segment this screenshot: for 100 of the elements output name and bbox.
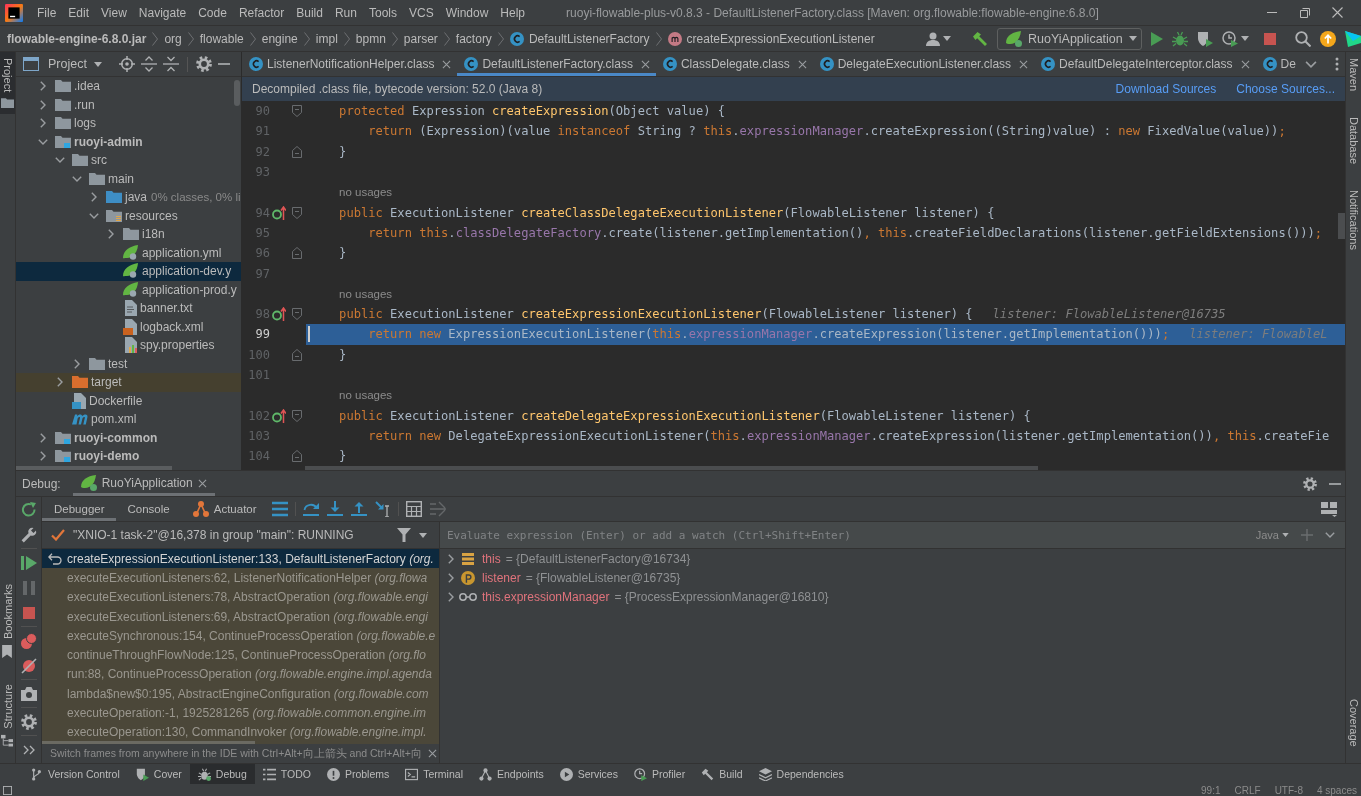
stack-frame[interactable]: executeExecutionListeners:78, AbstractOperation (org.flowable.engi	[42, 587, 439, 607]
breadcrumb-item[interactable]: flowable-engine-6.8.0.jar	[7, 31, 147, 46]
menu-item[interactable]: Tools	[362, 3, 403, 22]
tree-item[interactable]: banner.txt	[16, 299, 241, 318]
tool-window-tab[interactable]: Services	[551, 764, 626, 784]
breadcrumb-item[interactable]: createExpressionExecutionListener	[667, 31, 875, 46]
tool-window-tab[interactable]: Project	[0, 52, 15, 115]
fold-marker-icon[interactable]	[292, 206, 302, 219]
status-item[interactable]: UTF-8	[1274, 784, 1303, 796]
app-logo-icon[interactable]	[5, 3, 23, 22]
double-chevron-icon[interactable]	[22, 744, 35, 755]
tree-item[interactable]: test	[16, 354, 241, 373]
tree-item[interactable]: logback.xml	[16, 317, 241, 336]
tree-item[interactable]: application-dev.y	[16, 262, 241, 281]
step-into-icon[interactable]	[326, 501, 343, 517]
tool-window-tab[interactable]: Maven	[1346, 52, 1361, 98]
fold-marker-icon[interactable]	[292, 348, 302, 361]
circle-arrow-icon[interactable]	[272, 408, 286, 423]
tree-item[interactable]: .idea	[16, 77, 241, 96]
close-icon[interactable]	[640, 59, 650, 69]
tool-window-tab[interactable]: Database	[1346, 111, 1361, 171]
tree-item[interactable]: application-prod.y	[16, 280, 241, 299]
resume-icon[interactable]	[20, 554, 37, 571]
fold-marker-icon[interactable]	[292, 247, 302, 260]
tree-item[interactable]: resources	[16, 206, 241, 225]
tool-window-tab[interactable]: Notifications	[1346, 184, 1361, 257]
breadcrumb-item[interactable]: DefaultListenerFactory	[509, 31, 650, 46]
stop-icon[interactable]	[1264, 32, 1276, 45]
hammer-icon[interactable]	[972, 30, 988, 47]
caret-icon[interactable]	[1241, 36, 1249, 41]
minimize-icon[interactable]	[1329, 482, 1341, 485]
stack-frame[interactable]: createExpressionExecutionListener:133, DefaultListenerFactory (org.	[42, 549, 439, 569]
close-icon[interactable]	[427, 749, 437, 758]
stack-frame[interactable]: lambda$new$0:195, AbstractEngineConfiguration (org.flowable.com	[42, 684, 439, 704]
chevron-right-icon[interactable]	[40, 81, 46, 92]
close-icon[interactable]	[442, 59, 452, 69]
panel-tab[interactable]: Debugger	[42, 497, 116, 521]
chevron-right-icon[interactable]	[448, 572, 454, 583]
tree-item[interactable]: java 0% classes, 0% li	[16, 188, 241, 207]
panel-tab[interactable]: Console	[115, 497, 181, 521]
clock-play-icon[interactable]	[1222, 30, 1238, 47]
shield-play-icon[interactable]	[1197, 30, 1213, 47]
fold-marker-icon[interactable]	[292, 105, 302, 118]
menu-item[interactable]: File	[31, 3, 63, 22]
tool-window-tab[interactable]: Dependencies	[750, 764, 852, 784]
chevron-down-icon[interactable]	[1325, 532, 1335, 538]
list-icon[interactable]	[271, 501, 288, 517]
close-icon[interactable]	[797, 59, 807, 69]
fold-marker-icon[interactable]	[292, 145, 302, 158]
mute-breakpoints-icon[interactable]	[20, 657, 37, 674]
tool-window-tab[interactable]: Debug	[189, 764, 255, 784]
editor-tab[interactable]: ClassDelegate.class	[655, 52, 813, 76]
fold-marker-icon[interactable]	[292, 450, 302, 463]
menu-item[interactable]: Edit	[62, 3, 96, 22]
breadcrumb-item[interactable]: engine	[261, 31, 298, 46]
status-item[interactable]: CRLF	[1234, 784, 1261, 796]
tree-item[interactable]: Dockerfile	[16, 391, 241, 410]
chevron-right-icon[interactable]	[448, 591, 454, 602]
circle-arrow-icon[interactable]	[272, 307, 286, 322]
tool-window-tab[interactable]: Cover	[127, 764, 190, 784]
tool-window-tab[interactable]: Endpoints	[470, 764, 552, 784]
bug-icon[interactable]	[1172, 30, 1188, 47]
menu-item[interactable]: Window	[439, 3, 495, 22]
settings-icon[interactable]	[195, 56, 212, 72]
tree-item[interactable]: pom.xml	[16, 410, 241, 429]
fold-marker-icon[interactable]	[292, 308, 302, 321]
stack-frame[interactable]: executeExecutionListeners:69, AbstractOperation (org.flowable.engi	[42, 606, 439, 627]
up-arrow-circle-icon[interactable]	[1320, 30, 1336, 47]
tree-item[interactable]: .run	[16, 95, 241, 114]
circle-arrow-icon[interactable]	[272, 205, 286, 220]
menu-item[interactable]: View	[95, 3, 133, 22]
person-icon[interactable]	[926, 31, 940, 46]
stack-frame[interactable]: executeExecutionListeners:62, ListenerNotificationHelper (org.flowa	[42, 568, 439, 588]
close-icon[interactable]	[1240, 59, 1250, 69]
chevron-down-icon[interactable]	[55, 157, 65, 164]
chevron-right-icon[interactable]	[40, 118, 46, 129]
tree-item[interactable]: i18n	[16, 225, 241, 244]
camera-icon[interactable]	[20, 686, 37, 701]
menu-item[interactable]: Help	[494, 3, 532, 22]
tool-window-tab[interactable]: Build	[693, 764, 751, 784]
chevron-right-icon[interactable]	[108, 229, 114, 240]
square-icon[interactable]	[3, 785, 12, 795]
chevron-right-icon[interactable]	[40, 99, 46, 110]
menu-item[interactable]: Refactor	[232, 3, 291, 22]
chevron-right-icon[interactable]	[57, 377, 63, 388]
chevron-right-icon[interactable]	[91, 192, 97, 203]
play-icon[interactable]	[1151, 31, 1163, 46]
breadcrumb-item[interactable]: impl	[315, 31, 338, 46]
tree-item[interactable]: target	[16, 373, 241, 392]
tree-item[interactable]: logs	[16, 114, 241, 133]
chevron-down-icon[interactable]	[89, 212, 99, 219]
chevron-down-icon[interactable]	[38, 138, 48, 145]
session-tab[interactable]: RuoYiApplication	[72, 471, 215, 496]
tree-item[interactable]: ruoyi-demo	[16, 447, 241, 466]
stack-frame[interactable]: executeOperation:-1, 1925281265 (org.flowable.common.engine.im	[42, 703, 439, 723]
menu-item[interactable]: Navigate	[132, 3, 193, 22]
banner-link[interactable]: Choose Sources...	[1236, 82, 1335, 96]
menu-item[interactable]: Build	[290, 3, 329, 22]
breadcrumb-item[interactable]: bpmn	[355, 31, 386, 46]
minimize-icon[interactable]	[1266, 12, 1277, 13]
